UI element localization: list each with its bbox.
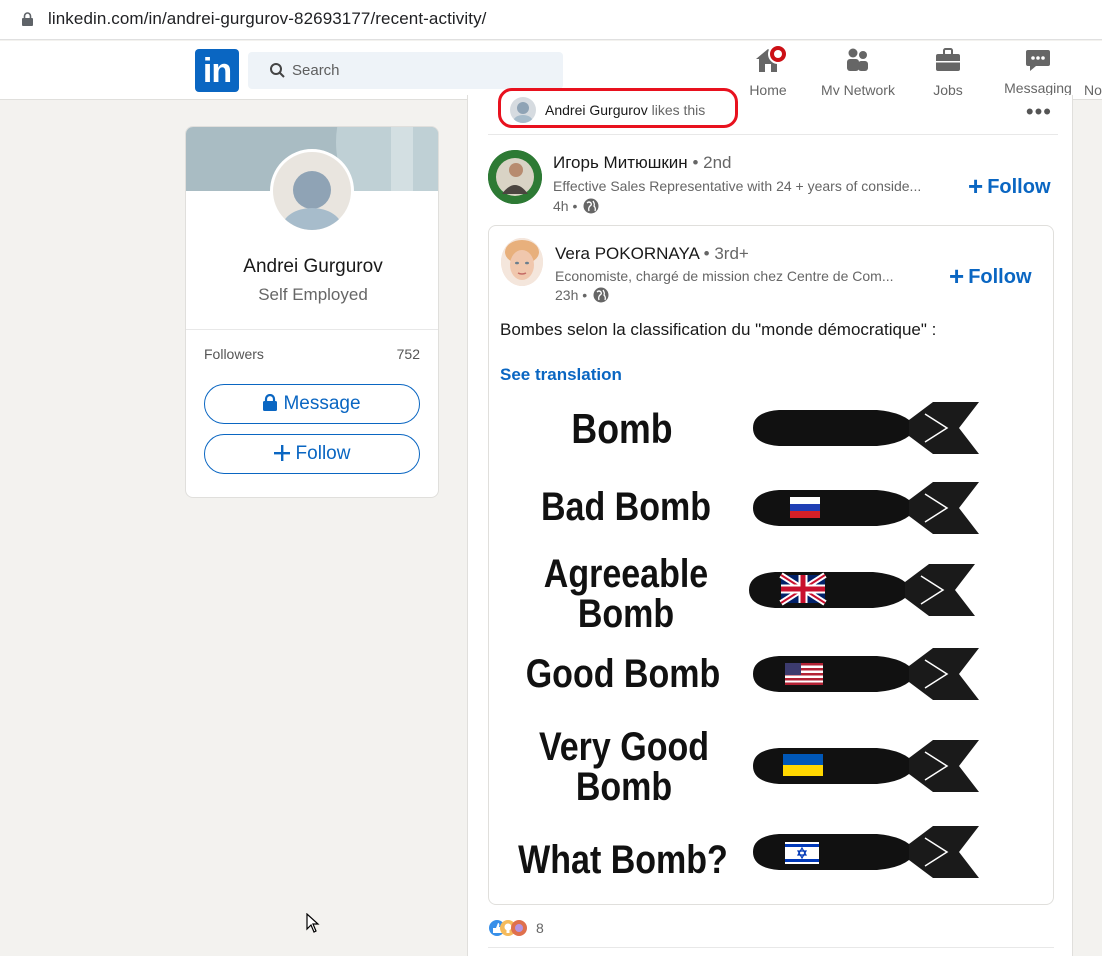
- more-options-button[interactable]: •••: [1026, 99, 1052, 125]
- nav-home[interactable]: Home: [744, 44, 792, 100]
- shared-timestamp: 23h •: [555, 287, 609, 303]
- message-button-label: Message: [283, 393, 361, 414]
- actor-name-text: Игорь Митюшкин: [553, 153, 688, 172]
- profile-title: Self Employed: [258, 285, 368, 304]
- nav-notifications[interactable]: No: [1084, 44, 1102, 100]
- meme-label-line1: Very Good: [538, 725, 710, 769]
- profile-follow-label: Follow: [295, 443, 351, 464]
- shared-author-degree: • 3rd+: [703, 244, 749, 263]
- bomb-icon: [753, 826, 979, 878]
- usa-flag-icon: [785, 663, 823, 685]
- uk-flag-icon: [779, 572, 827, 606]
- feed-post: Andrei Gurgurov likes this ••• Игорь Мит…: [467, 88, 1073, 956]
- shared-follow-button[interactable]: + Follow: [949, 261, 1032, 292]
- avatar[interactable]: [270, 149, 354, 233]
- plus-icon: [273, 445, 290, 461]
- messaging-icon: [1026, 50, 1050, 71]
- meme-label: Bad Bomb: [520, 487, 733, 527]
- actor-headline: Effective Sales Representative with 24 +…: [553, 178, 922, 194]
- shared-time-text: 23h •: [555, 287, 588, 303]
- likes-suffix: likes this: [651, 102, 706, 118]
- profile-follow-button[interactable]: Follow: [204, 434, 420, 474]
- divider: [488, 947, 1054, 948]
- meme-label: Very Good Bomb: [518, 727, 731, 807]
- meme-label-line2: Bomb: [575, 765, 673, 809]
- russia-flag-icon: [790, 497, 820, 518]
- meme-label-line1: Bomb: [571, 405, 673, 452]
- meme-label: Agreeable Bomb: [520, 554, 733, 634]
- notification-badge: [768, 44, 788, 64]
- meme-label: Bomb: [526, 408, 718, 450]
- nav-messaging-label: Messaging: [1004, 80, 1072, 96]
- divider: [186, 329, 438, 330]
- bomb-icon: [749, 564, 975, 616]
- reaction-count[interactable]: 8: [536, 920, 544, 936]
- actor-follow-label: Follow: [987, 176, 1051, 198]
- shared-post[interactable]: Vera POKORNAYA • 3rd+ Economiste, chargé…: [488, 225, 1054, 905]
- url-text[interactable]: linkedin.com/in/andrei-gurgurov-82693177…: [48, 9, 487, 29]
- search-input[interactable]: [292, 52, 552, 89]
- social-context-header: Andrei Gurgurov likes this •••: [488, 88, 1058, 135]
- followers-count: 752: [396, 346, 420, 362]
- actor-avatar[interactable]: [488, 150, 542, 204]
- briefcase-icon: [936, 48, 960, 71]
- see-translation-link[interactable]: See translation: [500, 365, 622, 385]
- globe-icon: [593, 287, 609, 303]
- actor-time-text: 4h •: [553, 198, 578, 214]
- meme-label: Good Bomb: [505, 654, 741, 694]
- lock-icon: [263, 394, 278, 411]
- message-button[interactable]: Message: [204, 384, 420, 424]
- bomb-icon: [753, 740, 979, 792]
- profile-card: Andrei Gurgurov Self Employed Followers …: [185, 126, 439, 498]
- plus-icon: +: [949, 261, 965, 291]
- ukraine-flag-icon: [783, 754, 823, 776]
- nav-messaging[interactable]: Messaging: [998, 44, 1078, 100]
- mouse-cursor-icon: [306, 913, 320, 933]
- meme-label-line1: Good Bomb: [525, 652, 721, 696]
- actor-name[interactable]: Игорь Митюшкин • 2nd: [553, 153, 731, 173]
- nav-notifications-label: No: [1084, 82, 1102, 98]
- plus-icon: +: [968, 171, 984, 201]
- author-photo-icon: [501, 238, 543, 286]
- bomb-icon: [753, 648, 979, 700]
- browser-address-bar[interactable]: linkedin.com/in/andrei-gurgurov-82693177…: [0, 0, 1102, 40]
- search-icon: [270, 63, 285, 78]
- post-text: Bombes selon la classification du "monde…: [500, 320, 937, 339]
- meme-label-line2: Bomb: [577, 592, 675, 636]
- shared-author-avatar[interactable]: [501, 238, 543, 286]
- default-avatar-icon: [282, 171, 342, 230]
- profile-name[interactable]: Andrei Gurgurov: [186, 256, 438, 278]
- shared-author-name-text: Vera POKORNAYA: [555, 244, 699, 263]
- meme-label-line1: What Bomb?: [518, 838, 728, 882]
- meme-label-line1: Agreeable: [543, 552, 709, 596]
- nav-jobs[interactable]: Jobs: [924, 44, 972, 100]
- globe-icon: [583, 198, 599, 214]
- nav-my-network[interactable]: My Network: [814, 44, 902, 100]
- search-bar[interactable]: [248, 52, 563, 89]
- meme-label-line1: Bad Bomb: [541, 485, 711, 529]
- actor-follow-button[interactable]: + Follow: [968, 171, 1051, 202]
- network-icon: [847, 48, 868, 71]
- shared-author-name[interactable]: Vera POKORNAYA • 3rd+: [555, 244, 749, 264]
- actor-photo-icon: [488, 150, 542, 204]
- bomb-icon: [753, 402, 979, 454]
- notifications-icon: [1084, 46, 1102, 74]
- followers-label: Followers: [204, 346, 264, 362]
- likes-text: Andrei Gurgurov likes this: [545, 102, 705, 118]
- shared-author-headline: Economiste, chargé de mission chez Centr…: [555, 268, 894, 284]
- default-avatar-icon: [513, 102, 533, 123]
- post-image[interactable]: Bomb Bad Bomb Agreeable Bomb Good Bomb Ve…: [509, 394, 989, 888]
- celebrate-reaction-icon: [511, 920, 527, 936]
- reaction-icons: [489, 920, 527, 936]
- liker-avatar[interactable]: [510, 97, 536, 123]
- actor-timestamp: 4h •: [553, 198, 599, 214]
- linkedin-logo[interactable]: in: [195, 49, 239, 92]
- shared-follow-label: Follow: [968, 266, 1032, 288]
- meme-label: What Bomb?: [505, 840, 741, 880]
- liker-name[interactable]: Andrei Gurgurov: [545, 102, 648, 118]
- bomb-icon: [753, 482, 979, 534]
- lock-icon: [22, 12, 33, 26]
- israel-flag-icon: [785, 842, 819, 864]
- actor-degree: • 2nd: [692, 153, 732, 172]
